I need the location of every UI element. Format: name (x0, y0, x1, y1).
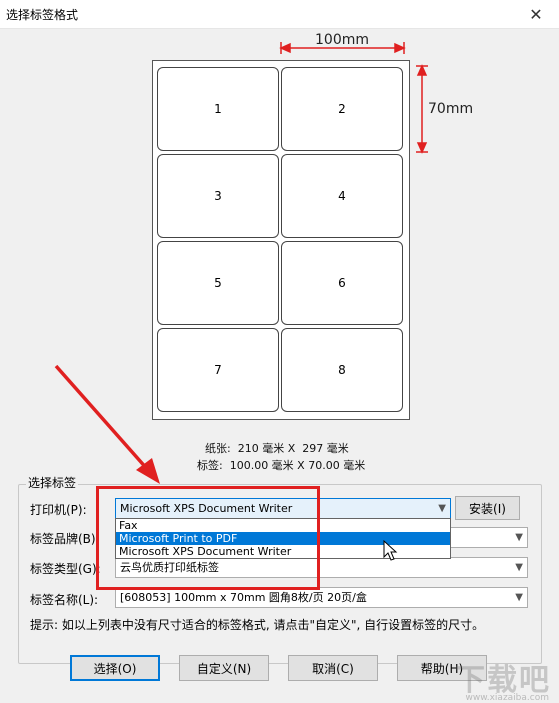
custom-button[interactable]: 自定义(N) (179, 655, 269, 681)
select-button[interactable]: 选择(O) (70, 655, 160, 681)
watermark-url: www.xiazaiba.com (465, 693, 549, 703)
annotation-arrow (54, 364, 160, 484)
cancel-button[interactable]: 取消(C) (288, 655, 378, 681)
